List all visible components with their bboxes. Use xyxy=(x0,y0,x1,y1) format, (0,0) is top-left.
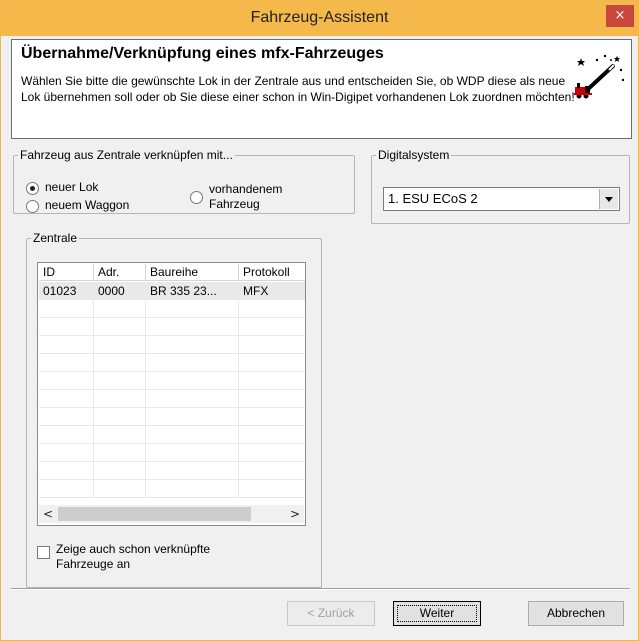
wizard-window: Fahrzeug-Assistent × Übernahme/Verknüpfu… xyxy=(0,0,639,641)
radio-new-loco[interactable]: neuer Lok xyxy=(26,180,98,195)
link-with-group: Fahrzeug aus Zentrale verknüpfen mit... … xyxy=(13,148,355,214)
show-linked-checkbox[interactable]: Zeige auch schon verknüpfte Fahrzeuge an xyxy=(37,542,210,572)
column-header-protocol[interactable]: Protokoll xyxy=(239,264,305,281)
header-title: Übernahme/Verknüpfung eines mfx-Fahrzeug… xyxy=(21,45,384,62)
next-button-label: Weiter xyxy=(419,606,455,620)
cell-address: 0000 xyxy=(94,282,146,300)
radio-new-wagon-indicator[interactable] xyxy=(26,200,39,213)
header-description: Wählen Sie bitte die gewünschte Lok in d… xyxy=(21,74,575,104)
table-row-empty xyxy=(39,444,305,462)
radio-new-loco-indicator[interactable] xyxy=(26,182,39,195)
radio-existing-vehicle[interactable]: vorhandenem Fahrzeug xyxy=(190,182,282,212)
radio-new-loco-label: neuer Lok xyxy=(45,180,99,194)
back-button[interactable]: < Zurück xyxy=(287,601,375,626)
table-row-empty xyxy=(39,426,305,444)
table-row[interactable]: 01023 0000 BR 335 23... MFX xyxy=(39,282,305,300)
column-header-id[interactable]: ID xyxy=(39,264,94,281)
next-button[interactable]: Weiter xyxy=(393,601,481,626)
show-linked-checkbox-box[interactable] xyxy=(37,546,50,559)
digital-system-value: 1. ESU ECoS 2 xyxy=(388,191,478,206)
digital-system-group: Digitalsystem 1. ESU ECoS 2 xyxy=(371,148,630,224)
show-linked-label: Zeige auch schon verknüpfte Fahrzeuge an xyxy=(56,542,211,571)
wizard-header: Übernahme/Verknüpfung eines mfx-Fahrzeug… xyxy=(11,39,632,139)
table-row-empty xyxy=(39,480,305,498)
cell-series: BR 335 23... xyxy=(146,282,239,300)
digital-system-select[interactable]: 1. ESU ECoS 2 xyxy=(383,187,620,211)
horizontal-scrollbar[interactable]: < > xyxy=(39,505,304,523)
table-row-empty xyxy=(39,408,305,426)
table-row-empty xyxy=(39,300,305,318)
radio-existing-vehicle-label: vorhandenem Fahrzeug xyxy=(209,182,283,211)
scrollbar-thumb[interactable] xyxy=(58,507,251,521)
radio-new-wagon[interactable]: neuem Waggon xyxy=(26,198,129,213)
table-row-empty xyxy=(39,462,305,480)
central-vehicle-table[interactable]: ID Adr. Baureihe Protokoll 01023 0000 BR… xyxy=(37,262,306,526)
central-legend: Zentrale xyxy=(33,231,78,245)
scroll-right-arrow-icon[interactable]: > xyxy=(286,505,304,523)
digital-system-legend: Digitalsystem xyxy=(378,148,450,162)
column-header-address[interactable]: Adr. xyxy=(94,264,146,281)
chevron-down-icon[interactable] xyxy=(599,189,618,209)
central-group: Zentrale ID Adr. Baureihe Protokoll 0102… xyxy=(26,231,322,588)
close-button[interactable]: × xyxy=(606,5,634,27)
title-bar[interactable]: Fahrzeug-Assistent × xyxy=(1,1,638,36)
table-row-empty xyxy=(39,354,305,372)
table-row-empty xyxy=(39,372,305,390)
table-header: ID Adr. Baureihe Protokoll xyxy=(39,264,305,281)
link-with-legend: Fahrzeug aus Zentrale verknüpfen mit... xyxy=(20,148,233,162)
table-row-empty xyxy=(39,336,305,354)
cancel-button[interactable]: Abbrechen xyxy=(528,601,624,626)
magic-wand-locomotive-icon xyxy=(574,54,625,99)
cancel-button-label: Abbrechen xyxy=(546,606,606,620)
table-row-empty xyxy=(39,318,305,336)
table-row-empty xyxy=(39,390,305,408)
radio-existing-vehicle-indicator[interactable] xyxy=(190,191,203,204)
column-header-series[interactable]: Baureihe xyxy=(146,264,239,281)
radio-new-wagon-label: neuem Waggon xyxy=(45,198,130,212)
scroll-left-arrow-icon[interactable]: < xyxy=(39,505,57,523)
cell-protocol: MFX xyxy=(239,282,305,300)
back-button-label: < Zurück xyxy=(307,606,355,620)
window-title: Fahrzeug-Assistent xyxy=(250,9,389,26)
cell-id: 01023 xyxy=(39,282,94,300)
footer-separator xyxy=(11,588,630,590)
